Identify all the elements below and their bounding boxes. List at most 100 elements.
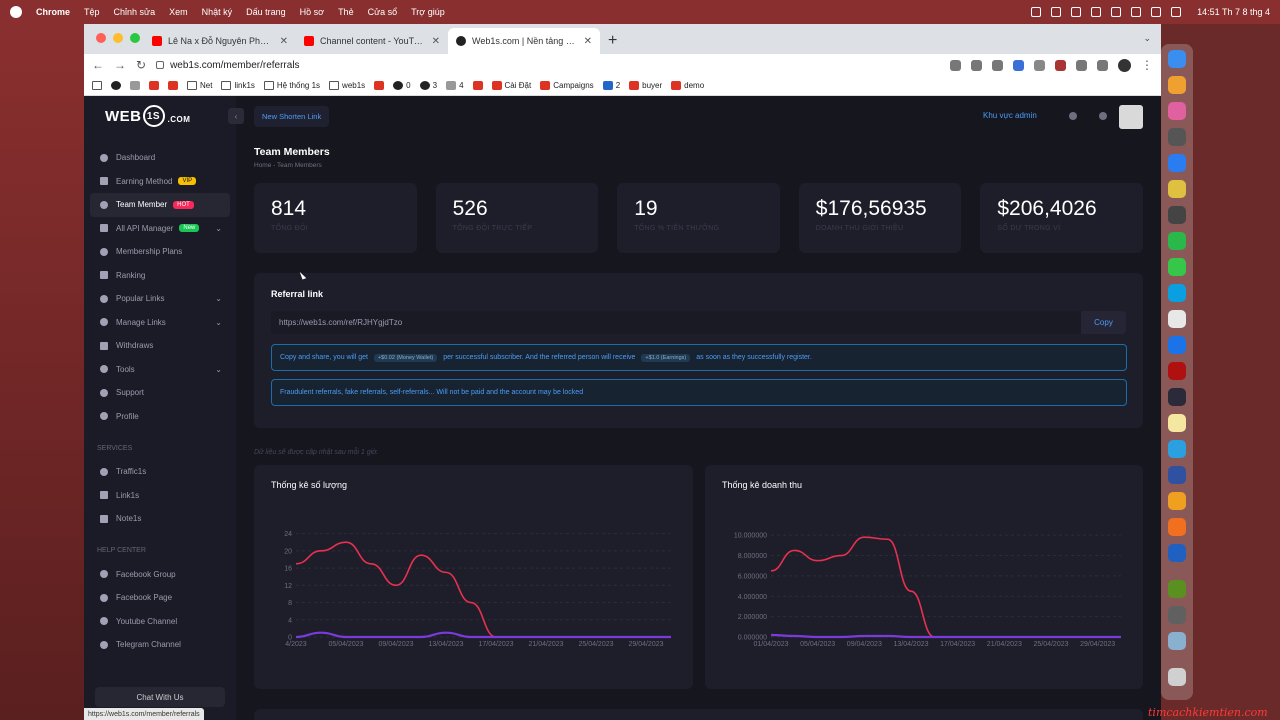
sidebar-collapse-chevron-icon[interactable]: ‹	[228, 108, 244, 124]
referral-link-input[interactable]	[271, 311, 1081, 334]
bookmark-item-0[interactable]: 0	[393, 81, 411, 90]
extension-icon[interactable]	[1055, 59, 1066, 71]
filezilla-icon[interactable]	[1168, 362, 1186, 380]
zalo-icon[interactable]	[1168, 336, 1186, 354]
app-store-icon[interactable]	[1168, 154, 1186, 172]
site-info-icon[interactable]	[156, 61, 165, 69]
menu-item-history[interactable]: Nhật ký	[202, 7, 233, 17]
bookmark-item[interactable]	[111, 81, 121, 90]
sidebar-item-link1s[interactable]: Link1s	[90, 484, 230, 508]
bookmark-folder-he-thong[interactable]: Hệ thống 1s	[263, 81, 320, 90]
menu-item-bookmarks[interactable]: Dấu trang	[246, 7, 286, 17]
web1s-logo[interactable]: WEB 1S .COM	[105, 105, 190, 127]
photos-icon[interactable]	[1168, 76, 1186, 94]
share-icon[interactable]	[971, 59, 982, 71]
bell-icon[interactable]	[1069, 112, 1077, 120]
vimeo-icon[interactable]	[1071, 7, 1082, 17]
bookmark-demo[interactable]: demo	[671, 81, 704, 90]
menu-item-help[interactable]: Trợ giúp	[411, 7, 445, 17]
app-icon[interactable]	[1168, 544, 1186, 562]
translate-extension-icon[interactable]	[1013, 59, 1024, 71]
app-icon[interactable]	[1168, 388, 1186, 406]
bookmark-buyer[interactable]: buyer	[629, 81, 662, 90]
sidebar-item-facebook-page[interactable]: Facebook Page	[90, 586, 230, 610]
record-icon[interactable]	[1031, 7, 1042, 17]
tab-search-chevron-icon[interactable]: ⌄	[1143, 33, 1151, 44]
browser-tab-3-active[interactable]: Web1s.com | Nền tảng kiếm tiề ✕	[448, 28, 600, 54]
chat-with-us-button[interactable]: Chat With Us	[95, 687, 225, 707]
menu-item-tab[interactable]: Thẻ	[338, 7, 354, 17]
admin-area-link[interactable]: Khu vực admin	[983, 111, 1037, 120]
sidebar-item-dashboard[interactable]: Dashboard	[90, 146, 230, 170]
bookmark-cai-dat[interactable]: Cài Đặt	[491, 81, 531, 90]
zoom-icon[interactable]	[950, 59, 961, 71]
menu-item-edit[interactable]: Chỉnh sửa	[114, 7, 156, 17]
bookmark-item[interactable]	[168, 81, 178, 90]
user-avatar[interactable]	[1119, 105, 1143, 129]
launchpad-icon[interactable]	[1168, 102, 1186, 120]
menu-item-file[interactable]: Tệp	[84, 7, 100, 17]
extension-icon[interactable]	[1034, 59, 1045, 71]
sidebar-item-api-manager[interactable]: All API Manager New ⌄	[90, 217, 230, 241]
sublime-text-icon[interactable]	[1168, 492, 1186, 510]
control-center-icon[interactable]	[1171, 7, 1182, 17]
wifi-icon[interactable]	[1131, 7, 1142, 17]
address-bar[interactable]: web1s.com/member/referrals	[156, 60, 940, 71]
extensions-puzzle-icon[interactable]	[1076, 59, 1087, 71]
sidebar-item-popular-links[interactable]: Popular Links ⌄	[90, 287, 230, 311]
sidebar-item-earning-method[interactable]: Earning Method VIP	[90, 170, 230, 194]
calculator-icon[interactable]	[1168, 206, 1186, 224]
browser-tab-1[interactable]: Lê Na x Đỗ Nguyên Phúc Mash ✕	[144, 28, 296, 54]
close-tab-icon[interactable]: ✕	[432, 36, 440, 47]
new-tab-button[interactable]: +	[608, 32, 617, 50]
bookmark-folder-link1s[interactable]: link1s	[221, 81, 255, 90]
preview-icon[interactable]	[1168, 180, 1186, 198]
app-icon[interactable]	[1168, 466, 1186, 484]
menu-item-profiles[interactable]: Hồ sơ	[300, 7, 324, 17]
close-window-button[interactable]	[96, 33, 106, 43]
menu-item-view[interactable]: Xem	[169, 7, 188, 17]
sidebar-item-withdraws[interactable]: Withdraws	[90, 334, 230, 358]
quicktime-icon[interactable]	[1168, 632, 1186, 650]
sidebar-item-traffic1s[interactable]: Traffic1s	[90, 460, 230, 484]
copy-button[interactable]: Copy	[1081, 311, 1126, 334]
sidebar-item-team-member[interactable]: Team Member HOT	[90, 193, 230, 217]
telegram-status-icon[interactable]	[1051, 7, 1062, 17]
profile-avatar[interactable]	[1118, 58, 1131, 72]
app-icon[interactable]	[1168, 606, 1186, 624]
moon-icon[interactable]	[1099, 112, 1107, 120]
side-panel-icon[interactable]	[1097, 59, 1108, 71]
bookmark-item-4[interactable]: 4	[446, 81, 464, 90]
browser-tab-2[interactable]: Channel content - YouTube Stu ✕	[296, 28, 448, 54]
bookmark-item[interactable]	[130, 81, 140, 90]
sidebar-item-tools[interactable]: Tools ⌄	[90, 358, 230, 382]
bookmark-item[interactable]	[149, 81, 159, 90]
chrome-icon[interactable]	[1168, 310, 1186, 328]
sidebar-item-note1s[interactable]: Note1s	[90, 507, 230, 531]
battery-icon[interactable]	[1151, 7, 1162, 17]
sidebar-item-manage-links[interactable]: Manage Links ⌄	[90, 311, 230, 335]
bluetooth-icon[interactable]	[1091, 7, 1102, 17]
menu-app-name[interactable]: Chrome	[36, 7, 70, 17]
facetime-icon[interactable]	[1168, 232, 1186, 250]
browser-menu-icon[interactable]: ⋮	[1141, 58, 1153, 72]
new-shorten-link-button[interactable]: New Shorten Link	[254, 106, 330, 127]
bookmark-campaigns[interactable]: Campaigns	[540, 81, 594, 90]
trash-icon[interactable]	[1168, 668, 1186, 686]
bookmark-item-3[interactable]: 3	[419, 81, 437, 90]
bookmark-folder[interactable]	[92, 81, 102, 90]
sidebar-item-telegram-channel[interactable]: Telegram Channel	[90, 633, 230, 657]
skype-icon[interactable]	[1168, 284, 1186, 302]
bookmark-item-2[interactable]: 2	[602, 81, 620, 90]
back-arrow-icon[interactable]: ←	[92, 58, 104, 72]
sidebar-item-facebook-group[interactable]: Facebook Group	[90, 563, 230, 587]
minimize-window-button[interactable]	[113, 33, 123, 43]
bookmark-item[interactable]	[472, 81, 483, 90]
sidebar-item-support[interactable]: Support	[90, 381, 230, 405]
bookmark-folder-web1s[interactable]: web1s	[329, 81, 365, 90]
close-tab-icon[interactable]: ✕	[584, 36, 592, 47]
sidebar-item-membership-plans[interactable]: Membership Plans	[90, 240, 230, 264]
bookmark-item[interactable]	[374, 81, 385, 90]
breadcrumb-home[interactable]: Home	[254, 162, 271, 169]
zoom-window-button[interactable]	[130, 33, 140, 43]
